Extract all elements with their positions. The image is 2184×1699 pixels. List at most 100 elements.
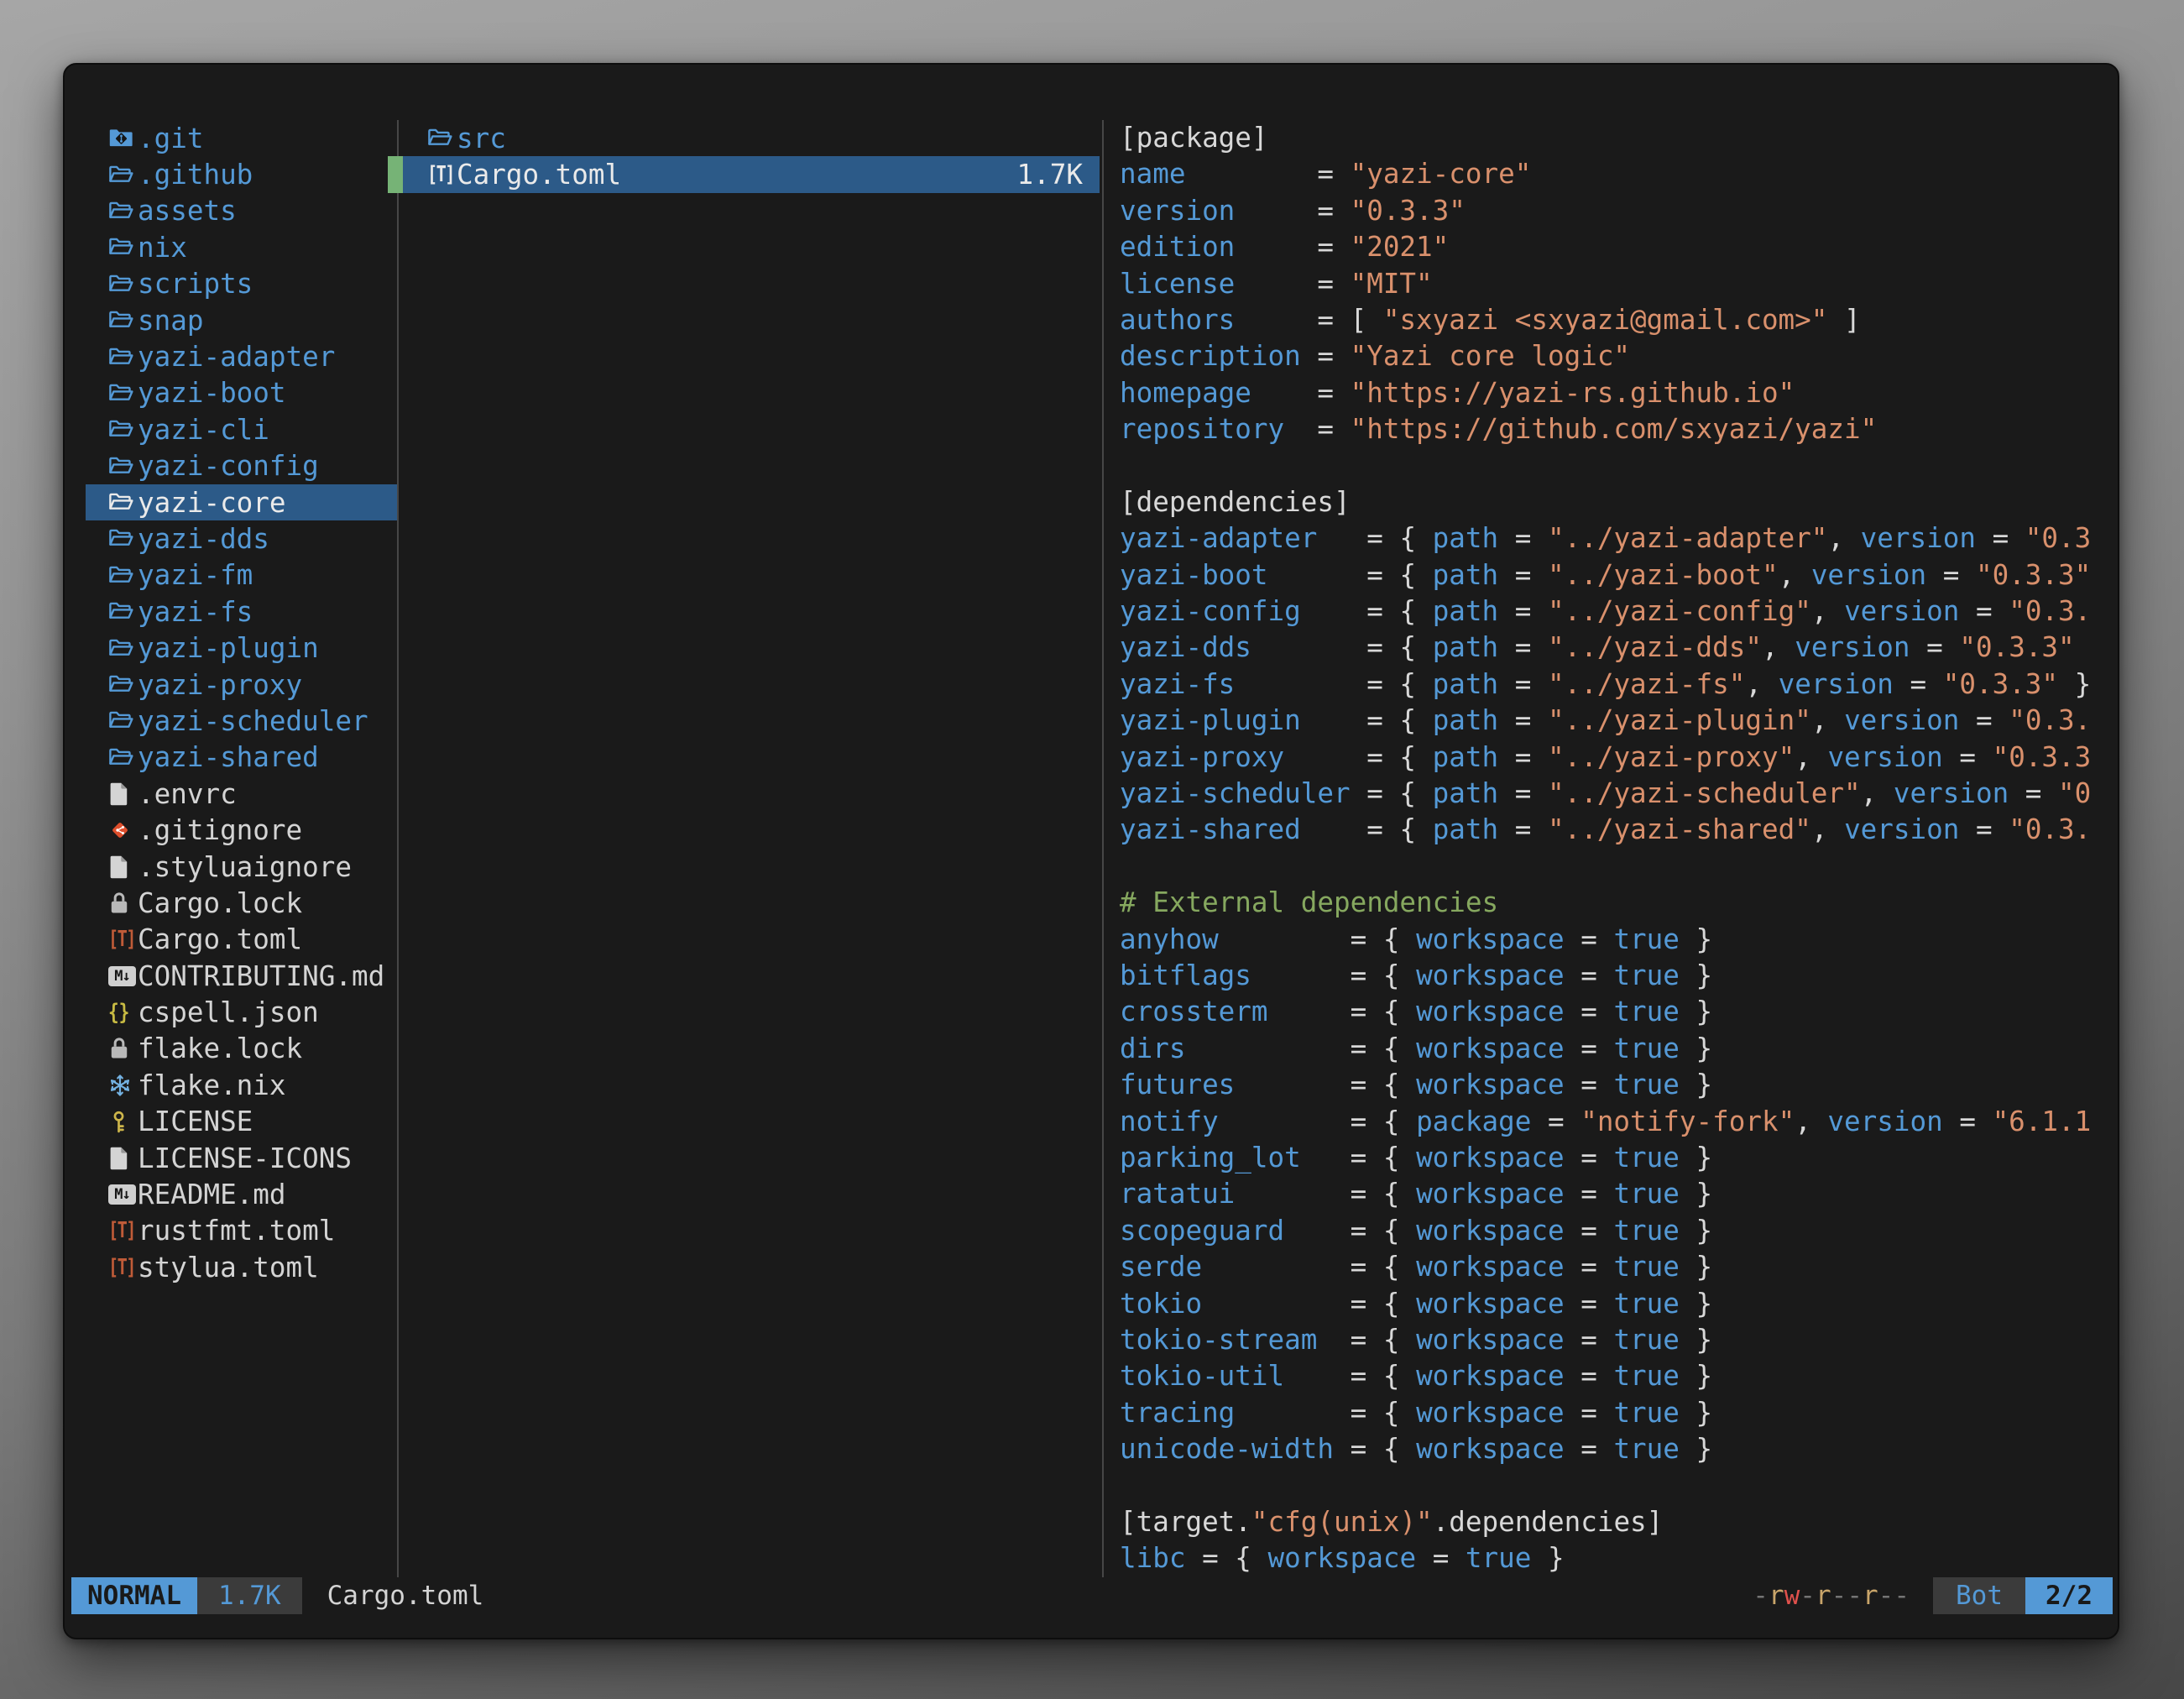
- file-item-yazi-fm[interactable]: yazi-fm: [86, 557, 397, 593]
- icon-box: [108, 1036, 136, 1061]
- token-fg: ,: [1779, 559, 1811, 591]
- code-line: license = "MIT": [1120, 266, 2115, 302]
- token-fg: = {: [1284, 1360, 1416, 1392]
- token-fg: }: [2058, 668, 2091, 700]
- file-label: yazi-proxy: [138, 669, 302, 701]
- token-key: bitflags: [1120, 959, 1251, 991]
- token-fg: = {: [1219, 923, 1416, 955]
- file-item-yazi-core[interactable]: yazi-core: [86, 484, 397, 520]
- file-item-cargo.lock[interactable]: Cargo.lock: [86, 885, 397, 921]
- file-item-yazi-adapter[interactable]: yazi-adapter: [86, 338, 397, 374]
- token-pr: r: [1816, 1581, 1831, 1611]
- token-str: "2021": [1351, 231, 1450, 263]
- file-item-yazi-fs[interactable]: yazi-fs: [86, 593, 397, 630]
- token-key: yazi-plugin: [1120, 704, 1301, 736]
- code-line: anyhow = { workspace = true }: [1120, 922, 2115, 958]
- file-icon: [108, 782, 130, 807]
- token-key: true: [1613, 1032, 1679, 1064]
- token-key: repository: [1120, 413, 1284, 445]
- token-key: version: [1120, 195, 1235, 227]
- pane-divider-left: [397, 120, 399, 1577]
- token-key: parking_lot: [1120, 1142, 1301, 1174]
- file-item-.gitignore[interactable]: .gitignore: [86, 812, 397, 848]
- token-fg: = {: [1185, 1542, 1267, 1574]
- file-item-yazi-plugin[interactable]: yazi-plugin: [86, 630, 397, 666]
- token-key: workspace: [1416, 1397, 1565, 1429]
- file-item-.styluaignore[interactable]: .styluaignore: [86, 849, 397, 885]
- file-item-flake.nix[interactable]: flake.nix: [86, 1067, 397, 1103]
- file-item-yazi-dds[interactable]: yazi-dds: [86, 520, 397, 557]
- preview-pane[interactable]: [package]name = "yazi-core"version = "0.…: [1120, 120, 2115, 1577]
- file-item-cargo.toml[interactable]: [T]Cargo.toml: [86, 922, 397, 958]
- file-item-contributing.md[interactable]: M↓CONTRIBUTING.md: [86, 958, 397, 994]
- file-item-stylua.toml[interactable]: [T]stylua.toml: [86, 1249, 397, 1285]
- icon-box: [108, 273, 136, 295]
- file-item-readme.md[interactable]: M↓README.md: [86, 1176, 397, 1212]
- icon-box: [108, 564, 136, 587]
- token-fg: =: [1565, 1032, 1614, 1064]
- file-item-yazi-proxy[interactable]: yazi-proxy: [86, 667, 397, 703]
- open-folder-icon: [108, 637, 134, 660]
- file-item-cargo.toml[interactable]: [T]Cargo.toml1.7K: [403, 156, 1100, 192]
- file-item-flake.lock[interactable]: flake.lock: [86, 1031, 397, 1067]
- code-line: yazi-scheduler = { path = "../yazi-sched…: [1120, 776, 2115, 812]
- token-str: "../yazi-config": [1548, 595, 1811, 627]
- token-key: futures: [1120, 1069, 1235, 1100]
- token-fg: =: [1185, 158, 1350, 190]
- code-line: yazi-dds = { path = "../yazi-dds", versi…: [1120, 630, 2115, 666]
- token-key: true: [1613, 1288, 1679, 1320]
- file-item-.envrc[interactable]: .envrc: [86, 776, 397, 812]
- icon-box: [108, 855, 136, 880]
- file-item-yazi-cli[interactable]: yazi-cli: [86, 411, 397, 447]
- token-key: workspace: [1416, 996, 1565, 1027]
- file-label: yazi-core: [138, 487, 286, 519]
- file-item-cspell.json[interactable]: {}cspell.json: [86, 994, 397, 1030]
- token-str: "0.3.: [2009, 595, 2091, 627]
- file-item-license[interactable]: LICENSE: [86, 1104, 397, 1140]
- token-str: "sxyazi <sxyazi@gmail.com>": [1383, 304, 1828, 336]
- file-item-rustfmt.toml[interactable]: [T]rustfmt.toml: [86, 1213, 397, 1249]
- token-fg: = {: [1235, 1069, 1416, 1100]
- file-item-license-icons[interactable]: LICENSE-ICONS: [86, 1140, 397, 1176]
- token-key: yazi-config: [1120, 595, 1301, 627]
- open-folder-icon: [427, 127, 453, 149]
- token-str: "0.3.3": [1943, 668, 2058, 700]
- token-key: workspace: [1416, 1032, 1565, 1064]
- code-line: [1120, 1467, 2115, 1503]
- file-item-scripts[interactable]: scripts: [86, 266, 397, 302]
- file-item-yazi-boot[interactable]: yazi-boot: [86, 375, 397, 411]
- code-line: [package]: [1120, 120, 2115, 156]
- file-item-nix[interactable]: nix: [86, 229, 397, 265]
- file-item-yazi-config[interactable]: yazi-config: [86, 448, 397, 484]
- icon-box: [T]: [108, 1218, 136, 1243]
- icon-box: [108, 709, 136, 732]
- code-line: edition = "2021": [1120, 229, 2115, 265]
- scroll-position-badge: Bot: [1933, 1577, 2025, 1614]
- token-fg: ,: [1811, 595, 1844, 627]
- token-key: scopeguard: [1120, 1215, 1284, 1247]
- lock-icon: [108, 891, 130, 916]
- file-item-.git[interactable]: .git: [86, 120, 397, 156]
- token-fg: }: [1680, 1069, 1712, 1100]
- token-fg: }: [1680, 1251, 1712, 1283]
- icon-box: [108, 746, 136, 769]
- token-str: "0.3.3": [1351, 195, 1466, 227]
- token-fg: =: [1565, 1069, 1614, 1100]
- file-item-assets[interactable]: assets: [86, 193, 397, 229]
- status-right-group: -rw-r--r-- Bot 2/2: [1753, 1577, 2113, 1614]
- file-label: LICENSE: [138, 1106, 253, 1137]
- file-item-yazi-scheduler[interactable]: yazi-scheduler: [86, 703, 397, 739]
- file-item-snap[interactable]: snap: [86, 302, 397, 338]
- file-item-.github[interactable]: .github: [86, 156, 397, 192]
- token-fg: =: [1498, 595, 1548, 627]
- file-label: .envrc: [138, 778, 237, 810]
- token-fg: =: [1235, 195, 1350, 227]
- token-key: version: [1811, 559, 1926, 591]
- icon-box: [108, 527, 136, 550]
- file-label: .gitignore: [138, 814, 302, 846]
- parent-directory-pane[interactable]: .git.githubassetsnixscriptssnapyazi-adap…: [86, 120, 397, 1286]
- file-item-src[interactable]: src: [403, 120, 1100, 156]
- file-item-yazi-shared[interactable]: yazi-shared: [86, 740, 397, 776]
- current-directory-pane[interactable]: src[T]Cargo.toml1.7K: [403, 120, 1100, 193]
- token-key: libc: [1120, 1542, 1185, 1574]
